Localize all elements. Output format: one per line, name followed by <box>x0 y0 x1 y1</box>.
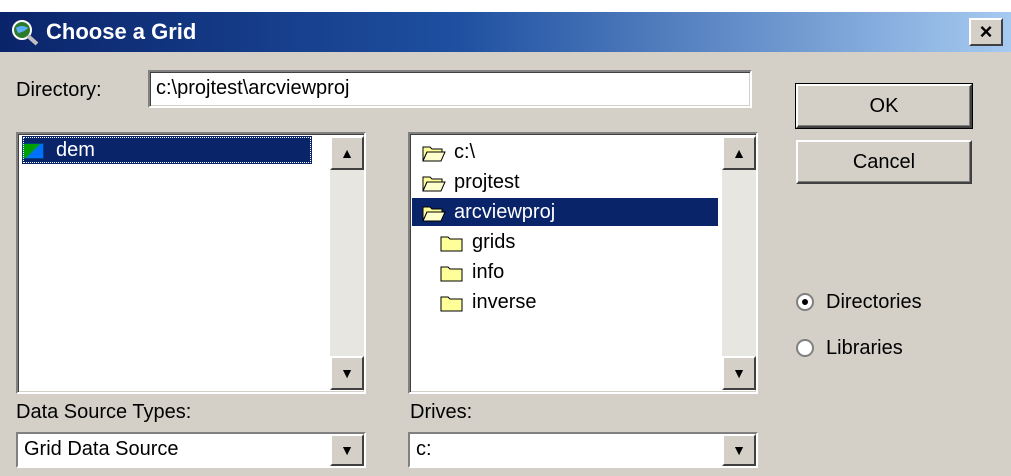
directory-label: Directory: <box>16 79 102 101</box>
folder-icon <box>440 266 463 282</box>
data-source-types-label: Data Source Types: <box>16 401 192 423</box>
chevron-down-icon[interactable]: ▼ <box>722 434 756 466</box>
scroll-down-button[interactable]: ▼ <box>330 356 364 390</box>
libraries-radio[interactable]: Libraries <box>796 334 996 362</box>
chevron-down-icon[interactable]: ▼ <box>330 434 364 466</box>
title-bar[interactable]: Choose a Grid × <box>0 12 1011 52</box>
choose-grid-dialog: Choose a Grid × Directory: c:\projtest\a… <box>0 12 1011 476</box>
open-folder-icon <box>422 146 446 162</box>
open-folder-icon <box>422 176 446 192</box>
grid-icon <box>22 142 44 159</box>
grid-listbox[interactable]: dem ▲ ▼ <box>16 132 366 394</box>
drives-label: Drives: <box>410 401 473 423</box>
folder-icon <box>440 296 463 312</box>
folder-item-inverse[interactable]: inverse <box>440 288 536 316</box>
radio-checked-icon <box>796 293 814 311</box>
grid-item-dem[interactable]: dem <box>22 136 312 164</box>
folder-icon <box>440 236 463 252</box>
ok-button[interactable]: OK <box>795 83 973 129</box>
drives-select[interactable]: c: ▼ <box>408 432 758 468</box>
scroll-up-button[interactable]: ▲ <box>722 136 756 170</box>
globe-magnifier-icon <box>12 20 39 46</box>
open-folder-icon <box>422 206 446 222</box>
dialog-title: Choose a Grid <box>46 19 197 44</box>
folder-item-info[interactable]: info <box>440 258 504 286</box>
folder-list-scrollbar[interactable]: ▲ ▼ <box>722 136 756 390</box>
folder-item-grids[interactable]: grids <box>440 228 515 256</box>
directories-radio[interactable]: Directories <box>796 288 996 316</box>
scroll-up-button[interactable]: ▲ <box>330 136 364 170</box>
close-button[interactable]: × <box>969 18 1003 46</box>
folder-item-arcviewproj[interactable]: arcviewproj <box>412 198 718 226</box>
radio-unchecked-icon <box>796 339 814 357</box>
directory-field[interactable]: c:\projtest\arcviewproj <box>148 70 752 108</box>
folder-listbox[interactable]: c:\ projtest arcviewproj grids info inve… <box>408 132 758 394</box>
cancel-button[interactable]: Cancel <box>796 140 972 184</box>
folder-item-c-root[interactable]: c:\ <box>422 138 475 166</box>
scroll-down-button[interactable]: ▼ <box>722 356 756 390</box>
grid-list-scrollbar[interactable]: ▲ ▼ <box>330 136 364 390</box>
data-source-types-select[interactable]: Grid Data Source ▼ <box>16 432 366 468</box>
folder-item-projtest[interactable]: projtest <box>422 168 520 196</box>
